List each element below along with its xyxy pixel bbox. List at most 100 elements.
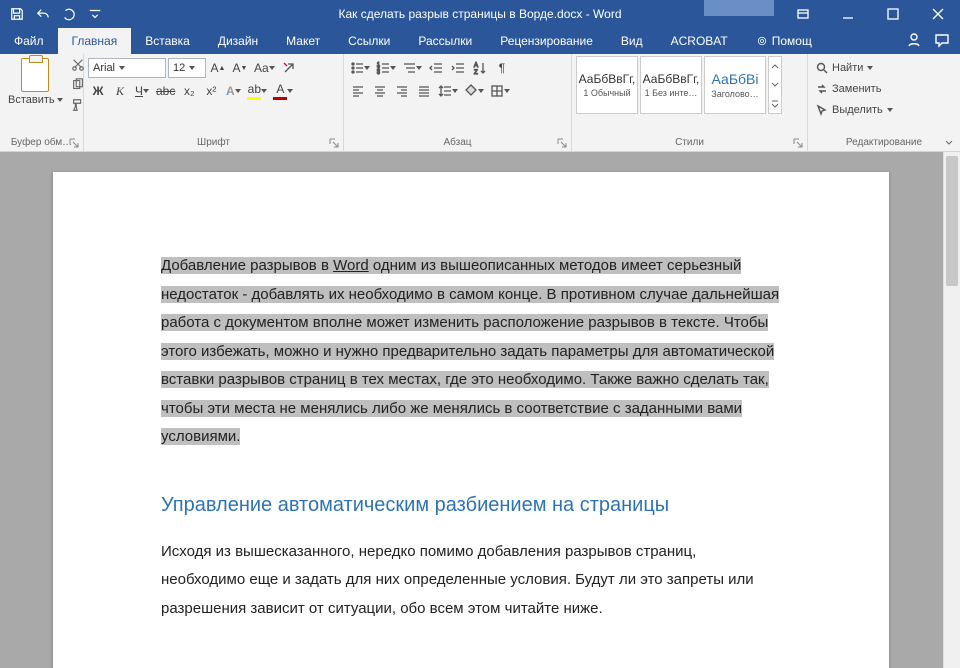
- vertical-scrollbar[interactable]: [943, 152, 960, 668]
- quick-access-toolbar: [0, 3, 106, 25]
- share-icon[interactable]: [906, 32, 922, 51]
- align-center-icon[interactable]: [370, 81, 390, 101]
- bold-button[interactable]: Ж: [88, 81, 108, 101]
- close-icon[interactable]: [915, 0, 960, 28]
- group-font-label: Шрифт: [88, 133, 339, 151]
- strike-button[interactable]: abc: [154, 81, 177, 101]
- styles-more-icon[interactable]: [769, 94, 781, 113]
- undo-icon[interactable]: [32, 3, 54, 25]
- group-paragraph: 123 AZ ¶ Абзац: [344, 54, 572, 151]
- ribbon-display-icon[interactable]: [780, 0, 825, 28]
- select-button[interactable]: Выделить: [812, 100, 897, 120]
- document-paragraph[interactable]: Исходя из вышесказанного, нередко помимо…: [161, 538, 781, 624]
- grow-font-icon[interactable]: A▲: [208, 58, 228, 78]
- font-size-combo[interactable]: 12: [168, 58, 206, 78]
- clear-formatting-icon[interactable]: [279, 58, 299, 78]
- group-clipboard: Вставить Буфер обм…: [0, 54, 84, 151]
- paste-button[interactable]: Вставить: [4, 56, 67, 108]
- highlight-color-button[interactable]: ab: [245, 81, 269, 101]
- select-label: Выделить: [832, 104, 883, 116]
- tab-view[interactable]: Вид: [607, 28, 657, 54]
- document-page[interactable]: Добавление разрывов в Word одним из выше…: [53, 172, 889, 668]
- replace-label: Заменить: [832, 83, 881, 95]
- numbering-icon[interactable]: 123: [374, 58, 398, 78]
- shrink-font-icon[interactable]: A▼: [230, 58, 250, 78]
- italic-button[interactable]: К: [110, 81, 130, 101]
- comments-icon[interactable]: [934, 32, 950, 51]
- minimize-icon[interactable]: [825, 0, 870, 28]
- borders-icon[interactable]: [488, 81, 512, 101]
- font-name-combo[interactable]: Arial: [88, 58, 166, 78]
- justify-icon[interactable]: [414, 81, 434, 101]
- style-preview: АаБбВвГг,: [579, 72, 636, 86]
- text-effects-icon[interactable]: A: [223, 81, 243, 101]
- bullets-icon[interactable]: [348, 58, 372, 78]
- change-case-label: Aa: [254, 61, 269, 75]
- font-name-value: Arial: [93, 62, 115, 74]
- style-normal[interactable]: АаБбВвГг, 1 Обычный: [576, 56, 638, 114]
- find-button[interactable]: Найти: [812, 58, 897, 78]
- align-right-icon[interactable]: [392, 81, 412, 101]
- tab-references[interactable]: Ссылки: [334, 28, 404, 54]
- window-controls: [704, 0, 960, 28]
- group-paragraph-label: Абзац: [348, 133, 567, 151]
- style-name: Заголово…: [711, 89, 758, 99]
- group-editing: Найти Заменить Выделить Редактирование: [808, 54, 960, 151]
- shading-icon[interactable]: [462, 81, 486, 101]
- svg-text:A: A: [474, 63, 478, 69]
- decrease-indent-icon[interactable]: [426, 58, 446, 78]
- tab-layout[interactable]: Макет: [272, 28, 334, 54]
- clipboard-launcher-icon[interactable]: [69, 138, 81, 150]
- tab-mailings[interactable]: Рассылки: [404, 28, 486, 54]
- tab-help[interactable]: Помощ: [742, 28, 826, 54]
- collapse-ribbon-icon[interactable]: [942, 135, 956, 149]
- font-launcher-icon[interactable]: [329, 138, 341, 150]
- scroll-up-icon[interactable]: [769, 57, 781, 76]
- save-icon[interactable]: [6, 3, 28, 25]
- styles-launcher-icon[interactable]: [793, 138, 805, 150]
- replace-button[interactable]: Заменить: [812, 79, 897, 99]
- text-run-underlined: Word: [333, 257, 369, 274]
- signin-area[interactable]: [704, 0, 774, 16]
- paragraph-launcher-icon[interactable]: [557, 138, 569, 150]
- line-spacing-icon[interactable]: [436, 81, 460, 101]
- document-heading[interactable]: Управление автоматическим разбиением на …: [161, 486, 781, 524]
- sort-icon[interactable]: AZ: [470, 58, 490, 78]
- tab-acrobat[interactable]: ACROBAT: [657, 28, 742, 54]
- group-clipboard-label: Буфер обм…: [4, 133, 79, 151]
- tab-insert[interactable]: Вставка: [131, 28, 204, 54]
- document-area: Добавление разрывов в Word одним из выше…: [0, 152, 960, 668]
- group-styles: АаБбВвГг, 1 Обычный АаБбВвГг, 1 Без инте…: [572, 54, 808, 151]
- multilevel-icon[interactable]: [400, 58, 424, 78]
- show-marks-icon[interactable]: ¶: [492, 58, 512, 78]
- tab-design[interactable]: Дизайн: [204, 28, 272, 54]
- superscript-button[interactable]: x²: [201, 81, 221, 101]
- subscript-button[interactable]: x₂: [179, 81, 199, 101]
- tab-help-label: Помощ: [772, 34, 812, 48]
- titlebar: Как сделать разрыв страницы в Ворде.docx…: [0, 0, 960, 28]
- style-nospacing[interactable]: АаБбВвГг, 1 Без инте…: [640, 56, 702, 114]
- style-name: 1 Обычный: [583, 88, 630, 98]
- scroll-down-icon[interactable]: [769, 76, 781, 95]
- tab-home[interactable]: Главная: [58, 28, 132, 54]
- maximize-icon[interactable]: [870, 0, 915, 28]
- document-paragraph-selected[interactable]: Добавление разрывов в Word одним из выше…: [161, 252, 781, 452]
- underline-button[interactable]: Ч: [132, 81, 152, 101]
- find-label: Найти: [832, 62, 863, 74]
- font-color-button[interactable]: A: [271, 81, 295, 101]
- scrollbar-thumb[interactable]: [946, 156, 958, 286]
- paste-label: Вставить: [8, 94, 55, 106]
- group-styles-label: Стили: [576, 133, 803, 151]
- redo-icon[interactable]: [58, 3, 80, 25]
- tab-review[interactable]: Рецензирование: [486, 28, 607, 54]
- change-case-button[interactable]: Aa: [252, 58, 277, 78]
- clipboard-icon: [21, 58, 49, 92]
- styles-gallery[interactable]: АаБбВвГг, 1 Обычный АаБбВвГг, 1 Без инте…: [576, 56, 782, 114]
- style-preview: АаБбВвГг,: [643, 72, 700, 86]
- qat-customize-icon[interactable]: [84, 3, 106, 25]
- tab-file[interactable]: Файл: [0, 28, 58, 54]
- style-heading1[interactable]: АаБбВі Заголово…: [704, 56, 766, 114]
- align-left-icon[interactable]: [348, 81, 368, 101]
- increase-indent-icon[interactable]: [448, 58, 468, 78]
- styles-scrollbar[interactable]: [768, 56, 782, 114]
